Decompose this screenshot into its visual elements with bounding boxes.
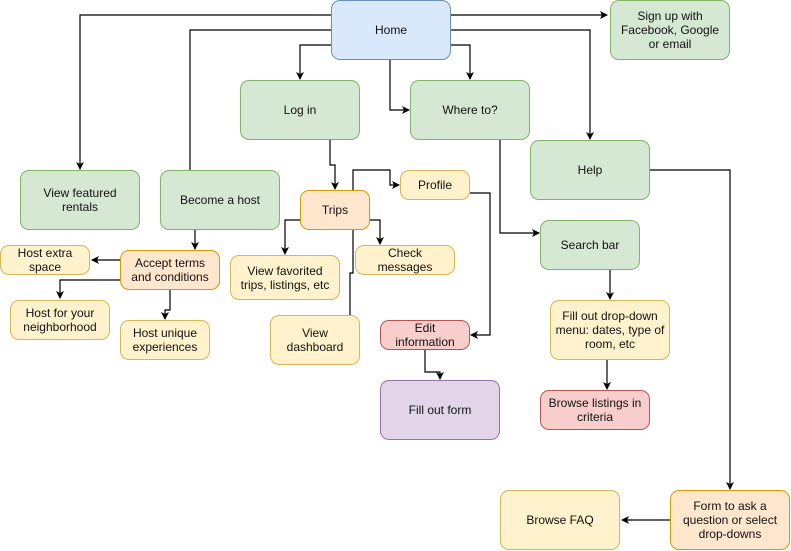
node-fill-out-form[interactable]: Fill out form (380, 380, 500, 440)
node-login[interactable]: Log in (240, 80, 360, 140)
node-label: Become a host (179, 193, 261, 207)
node-label: View featured rentals (43, 186, 117, 214)
node-label: Host for your neighborhood (23, 306, 97, 334)
node-label: Browse FAQ (526, 513, 594, 527)
node-view-dashboard[interactable]: View dashboard (270, 315, 360, 365)
node-help[interactable]: Help (530, 140, 650, 200)
edge-home-login (296, 44, 331, 80)
node-label: Profile (417, 178, 452, 192)
edge-trips-dashboard (349, 230, 354, 315)
edge-home-where-to (451, 44, 474, 80)
node-host-neighborhood[interactable]: Host for your neighborhood (10, 300, 110, 340)
node-label: Host unique experiences (132, 326, 198, 354)
node-label: Log in (283, 103, 317, 117)
node-label: Browse listings in criteria (548, 396, 642, 424)
node-label: Search bar (560, 238, 620, 252)
node-check-messages[interactable]: Check messages (355, 245, 455, 275)
node-view-favorited[interactable]: View favorited trips, listings, etc (230, 255, 340, 300)
node-trips[interactable]: Trips (300, 190, 370, 230)
node-where-to[interactable]: Where to? (410, 80, 530, 140)
node-fill-dropdown[interactable]: Fill out drop-down menu: dates, type of … (550, 300, 670, 360)
node-label: Trips (321, 203, 349, 217)
node-accept-terms[interactable]: Accept terms and conditions (120, 250, 220, 290)
edge-accept-neighborhood (56, 279, 120, 299)
node-browse-listings[interactable]: Browse listings in criteria (540, 390, 650, 430)
node-label: View dashboard (286, 326, 344, 354)
node-label: Host extra space (17, 246, 73, 274)
node-label: Accept terms and conditions (131, 256, 209, 284)
edge-edit-fillform (424, 350, 444, 380)
node-label: Form to ask a question or select drop-do… (682, 499, 778, 541)
node-label: View favorited trips, listings, etc (240, 263, 330, 292)
node-label: Sign up with Facebook, Google or email (620, 9, 720, 51)
node-help-form[interactable]: Form to ask a question or select drop-do… (670, 490, 790, 550)
edge-login-trips (329, 140, 339, 190)
node-label: Edit information (395, 321, 455, 349)
node-label: Home (374, 23, 407, 37)
node-label: Where to? (442, 103, 498, 117)
edge-accept-unique (161, 290, 171, 320)
node-label: Help (577, 163, 603, 177)
edge-profile-edit (470, 192, 491, 339)
edge-trips-messages (370, 219, 384, 245)
node-browse-faq[interactable]: Browse FAQ (500, 490, 620, 550)
node-label: Fill out drop-down menu: dates, type of … (555, 309, 665, 351)
node-host-unique[interactable]: Host unique experiences (120, 320, 210, 360)
node-profile[interactable]: Profile (400, 170, 470, 200)
flowchart-canvas: Home Sign up with Facebook, Google or em… (0, 0, 791, 551)
node-host-extra[interactable]: Host extra space (0, 245, 90, 275)
edge-home-where-to-2 (389, 60, 410, 114)
node-search-bar[interactable]: Search bar (540, 220, 640, 270)
edges-layer (56, 11, 734, 524)
node-become-host[interactable]: Become a host (160, 170, 280, 230)
edge-trips-profile (352, 169, 400, 190)
node-home[interactable]: Home (331, 0, 451, 60)
edge-trips-favorited (281, 219, 300, 255)
node-signup[interactable]: Sign up with Facebook, Google or email (610, 0, 730, 60)
node-edit-information[interactable]: Edit information (380, 320, 470, 350)
node-label: Check messages (377, 246, 433, 274)
node-view-featured[interactable]: View featured rentals (20, 170, 140, 230)
node-label: Fill out form (408, 403, 472, 417)
